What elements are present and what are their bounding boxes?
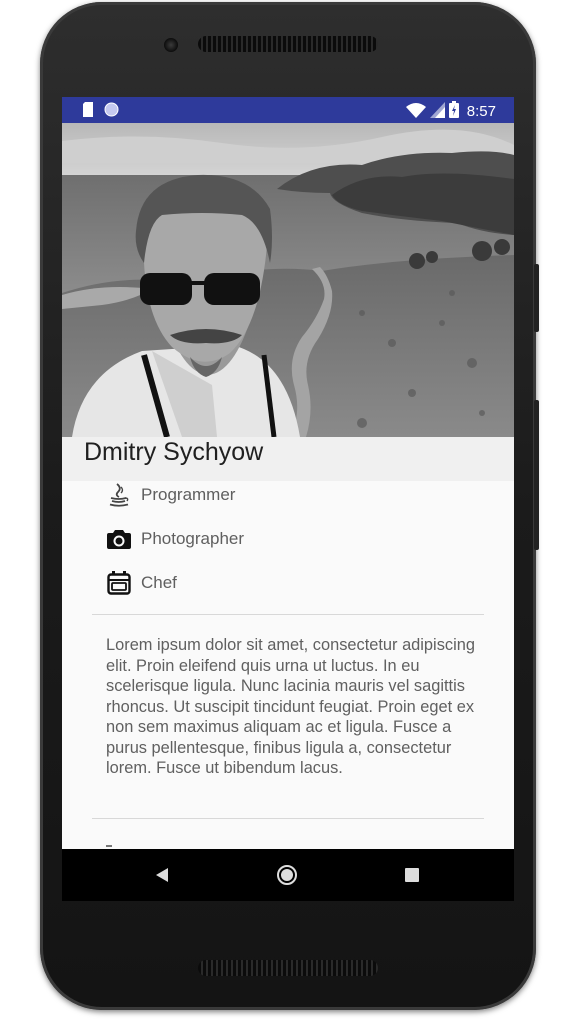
profile-name-bar: Dmitry Sychyow [62,437,514,481]
navigation-bar [62,849,514,901]
cover-photo-image [62,123,514,437]
top-speaker [198,36,378,52]
profile-bio: Lorem ipsum dolor sit amet, consectetur … [106,636,475,777]
role-label: Chef [141,573,177,592]
oven-icon [106,570,132,596]
battery-charging-icon [448,101,459,121]
profile-name: Dmitry Sychyow [84,438,264,466]
cell-signal-icon [429,101,445,121]
volume-button [534,400,539,550]
divider [92,614,484,615]
role-label: Programmer [141,485,236,504]
role-label: Photographer [141,529,245,548]
role-item-photographer: Photographer [106,526,244,552]
circle-notification-icon [104,102,119,120]
app-screen: 8:57 Dmitry Sychyow Programmer Photograp… [62,97,514,901]
role-item-programmer: Programmer [106,482,235,508]
divider [92,818,484,819]
profile-cover-photo [62,123,514,437]
front-camera [164,38,178,52]
recents-icon[interactable] [400,863,424,887]
status-time: 8:57 [466,102,496,120]
camera-icon [106,526,132,552]
bottom-speaker [198,960,378,976]
role-item-chef: Chef [106,570,177,596]
java-icon [106,482,132,508]
wifi-icon [405,102,426,121]
home-icon[interactable] [275,863,299,887]
back-icon[interactable] [150,863,174,887]
status-bar: 8:57 [62,97,514,123]
power-button [534,264,539,332]
next-item-peek [106,845,112,847]
sd-card-icon [82,102,94,120]
